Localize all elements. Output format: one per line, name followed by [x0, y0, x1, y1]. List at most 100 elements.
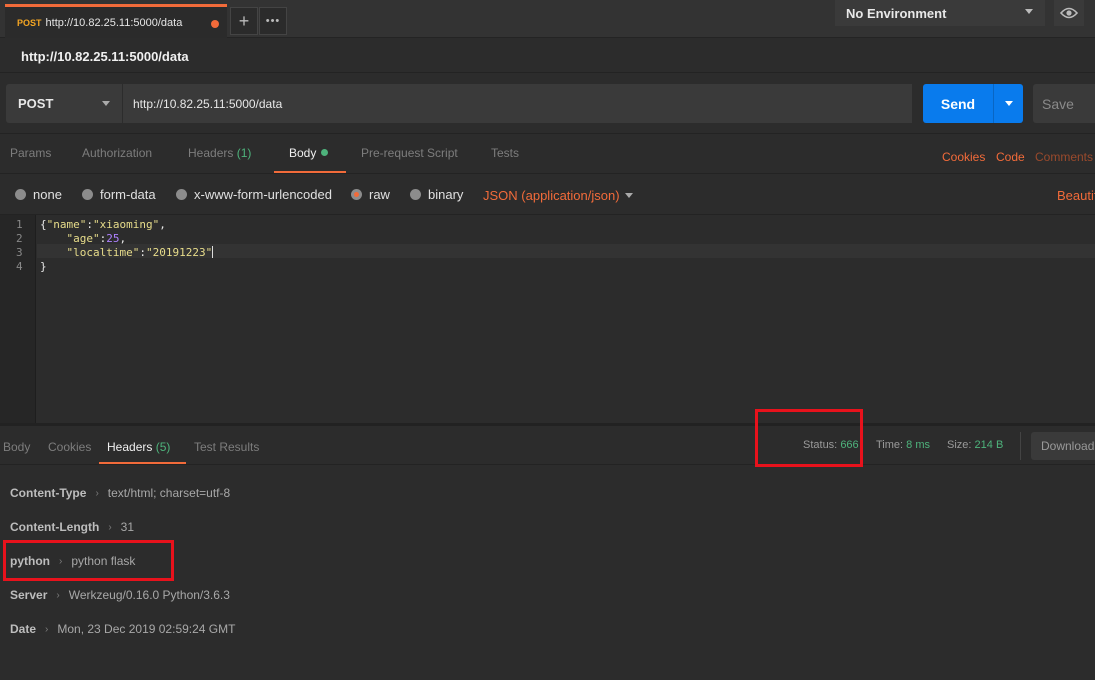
request-title[interactable]: http://10.82.25.11:5000/data	[21, 49, 189, 64]
tab-method: POST	[17, 17, 42, 28]
radio-raw-label: raw	[369, 187, 390, 202]
line-number: 2	[16, 232, 23, 245]
url-input[interactable]: http://10.82.25.11:5000/data	[122, 84, 912, 123]
json-key: "name"	[46, 218, 87, 231]
comments-link[interactable]: Comments	[1035, 150, 1093, 164]
header-value: 31	[120, 520, 135, 534]
code-link[interactable]: Code	[996, 150, 1025, 164]
time-meta: Time: 8 ms	[876, 439, 930, 451]
radio-circle-icon	[410, 189, 421, 200]
method-select[interactable]: POST	[6, 84, 122, 123]
chevron-right-icon: ›	[95, 487, 99, 499]
radio-none-label: none	[33, 187, 62, 202]
chevron-down-icon	[1025, 9, 1033, 14]
divider	[0, 464, 1095, 465]
code-colon: :	[86, 218, 93, 231]
code-comma: ,	[119, 232, 127, 245]
divider	[1020, 432, 1021, 460]
divider	[0, 72, 1095, 73]
environment-quick-look-button[interactable]	[1054, 0, 1084, 26]
header-row: Content-Type › text/html; charset=utf-8	[10, 486, 230, 500]
radio-urlencoded[interactable]: x-www-form-urlencoded	[176, 187, 332, 202]
response-resize-handle[interactable]	[0, 423, 1095, 426]
divider	[0, 133, 1095, 134]
environment-select[interactable]: No Environment	[835, 0, 1045, 26]
time-value: 8 ms	[906, 439, 930, 451]
tab-tests[interactable]: Tests	[491, 146, 519, 160]
annotation-box-status	[755, 409, 863, 467]
header-key: Content-Length	[10, 520, 100, 534]
line-number: 4	[16, 260, 23, 273]
tab-pre-request-script[interactable]: Pre-request Script	[361, 146, 458, 160]
code-line: "age":25,	[40, 232, 127, 245]
tab-body[interactable]: Body	[289, 146, 329, 160]
size-value: 214 B	[974, 439, 1004, 451]
line-gutter: 1 2 3 4	[0, 215, 36, 423]
url-value: http://10.82.25.11:5000/data	[133, 96, 283, 111]
header-value: Mon, 23 Dec 2019 02:59:24 GMT	[57, 622, 236, 636]
text-cursor	[212, 246, 214, 258]
body-editor[interactable]: 1 2 3 4 {"name":"xiaoming", "age":25, "l…	[0, 215, 1095, 423]
header-key: Server	[10, 588, 48, 602]
chevron-right-icon: ›	[56, 589, 60, 601]
header-row: Date › Mon, 23 Dec 2019 02:59:24 GMT	[10, 622, 235, 636]
status-dot-icon	[321, 149, 329, 156]
content-type-select[interactable]: JSON (application/json)	[483, 188, 620, 203]
response-tab-test-results[interactable]: Test Results	[194, 440, 259, 454]
send-options-button[interactable]	[993, 84, 1023, 123]
send-button[interactable]: Send	[923, 84, 993, 123]
method-label: POST	[18, 96, 54, 111]
radio-circle-icon	[82, 189, 93, 200]
radio-none[interactable]: none	[15, 187, 62, 202]
radio-binary[interactable]: binary	[410, 187, 463, 202]
radio-circle-icon	[176, 189, 187, 200]
tab-params[interactable]: Params	[10, 146, 51, 160]
header-row: Server › Werkzeug/0.16.0 Python/3.6.3	[10, 588, 230, 602]
size-label: Size:	[947, 439, 972, 451]
time-label: Time:	[876, 439, 904, 451]
header-key: Date	[10, 622, 37, 636]
download-label: Download	[1041, 439, 1095, 453]
tab-authorization[interactable]: Authorization	[82, 146, 152, 160]
response-tab-headers-label: Headers	[107, 440, 153, 454]
radio-form-data-label: form-data	[100, 187, 156, 202]
tab-headers[interactable]: Headers (1)	[188, 146, 251, 160]
save-button[interactable]: Save	[1033, 84, 1095, 123]
code-comma: ,	[159, 218, 166, 231]
request-tab[interactable]: POST http://10.82.25.11:5000/data	[5, 4, 227, 38]
download-button[interactable]: Download	[1031, 432, 1095, 460]
send-label: Send	[940, 95, 976, 112]
beautify-link[interactable]: Beautify	[1057, 188, 1095, 203]
response-tab-cookies[interactable]: Cookies	[48, 440, 91, 454]
unsaved-dot-icon	[211, 20, 219, 28]
response-tab-body[interactable]: Body	[3, 440, 30, 454]
new-tab-button[interactable]: +	[230, 7, 258, 35]
json-key: "localtime"	[66, 246, 140, 259]
tab-url: http://10.82.25.11:5000/data	[45, 16, 183, 29]
chevron-right-icon: ›	[45, 623, 49, 635]
radio-urlencoded-label: x-www-form-urlencoded	[194, 187, 332, 202]
code-line: }	[40, 260, 47, 273]
code-line: {"name":"xiaoming",	[40, 218, 166, 231]
radio-raw[interactable]: raw	[351, 187, 390, 202]
eye-icon	[1060, 7, 1078, 19]
divider	[0, 173, 1095, 174]
response-tab-headers[interactable]: Headers (5)	[107, 440, 170, 454]
tab-options-button[interactable]: •••	[259, 7, 287, 35]
tab-bar: POST http://10.82.25.11:5000/data + ••• …	[0, 0, 1095, 38]
plus-icon: +	[238, 10, 250, 31]
cookies-link[interactable]: Cookies	[942, 150, 985, 164]
radio-form-data[interactable]: form-data	[82, 187, 156, 202]
radio-selected-icon	[351, 189, 362, 200]
tab-body-label: Body	[289, 146, 317, 160]
code-brace: }	[40, 260, 47, 273]
code-line: "localtime":"20191223"	[40, 246, 214, 259]
chevron-down-icon	[102, 101, 110, 106]
line-number: 1	[16, 218, 23, 231]
header-key: Content-Type	[10, 486, 87, 500]
chevron-down-icon[interactable]	[625, 193, 633, 198]
header-row: Content-Length › 31	[10, 520, 134, 534]
size-meta: Size: 214 B	[947, 439, 1003, 451]
